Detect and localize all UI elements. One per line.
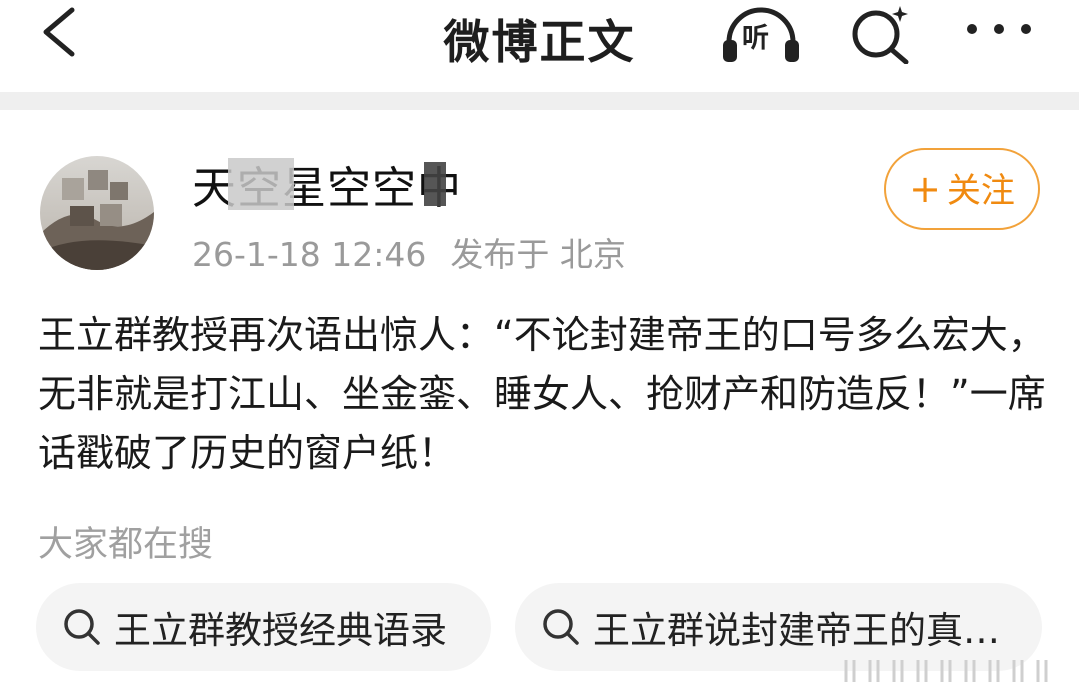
page-title: 微博正文	[443, 15, 636, 69]
post-content: 王立群教授再次语出惊人：“不论封建帝王的口号多么宏大，无非就是打江山、坐金銮、睡…	[38, 313, 1046, 475]
username-redaction-2	[424, 162, 446, 206]
section-divider	[0, 92, 1079, 110]
follow-label: 关注	[946, 171, 1015, 211]
search-sparkle-icon[interactable]	[848, 4, 914, 64]
search-icon	[543, 609, 579, 645]
search-chip-label: 王立群教授经典语录	[114, 609, 447, 652]
post-location: 发布于 北京	[450, 235, 626, 274]
search-icon	[64, 609, 100, 645]
watermark-logo	[844, 660, 1048, 682]
post-timestamp: 26-1-18 12:46	[192, 235, 427, 274]
follow-button[interactable]: + 关注	[884, 148, 1040, 230]
avatar[interactable]	[40, 156, 154, 270]
trending-search-title: 大家都在搜	[38, 525, 214, 565]
more-dots-icon[interactable]	[964, 12, 1034, 46]
username-redaction	[228, 158, 294, 210]
search-chip[interactable]: 王立群教授经典语录	[36, 583, 491, 671]
top-bar: 微博正文 听	[0, 0, 1079, 92]
plus-icon: +	[909, 167, 941, 211]
listen-label: 听	[742, 23, 769, 54]
search-chip-label: 王立群说封建帝王的真…	[593, 609, 1000, 652]
post-meta: 26-1-18 12:46 发布于 北京	[192, 228, 626, 276]
